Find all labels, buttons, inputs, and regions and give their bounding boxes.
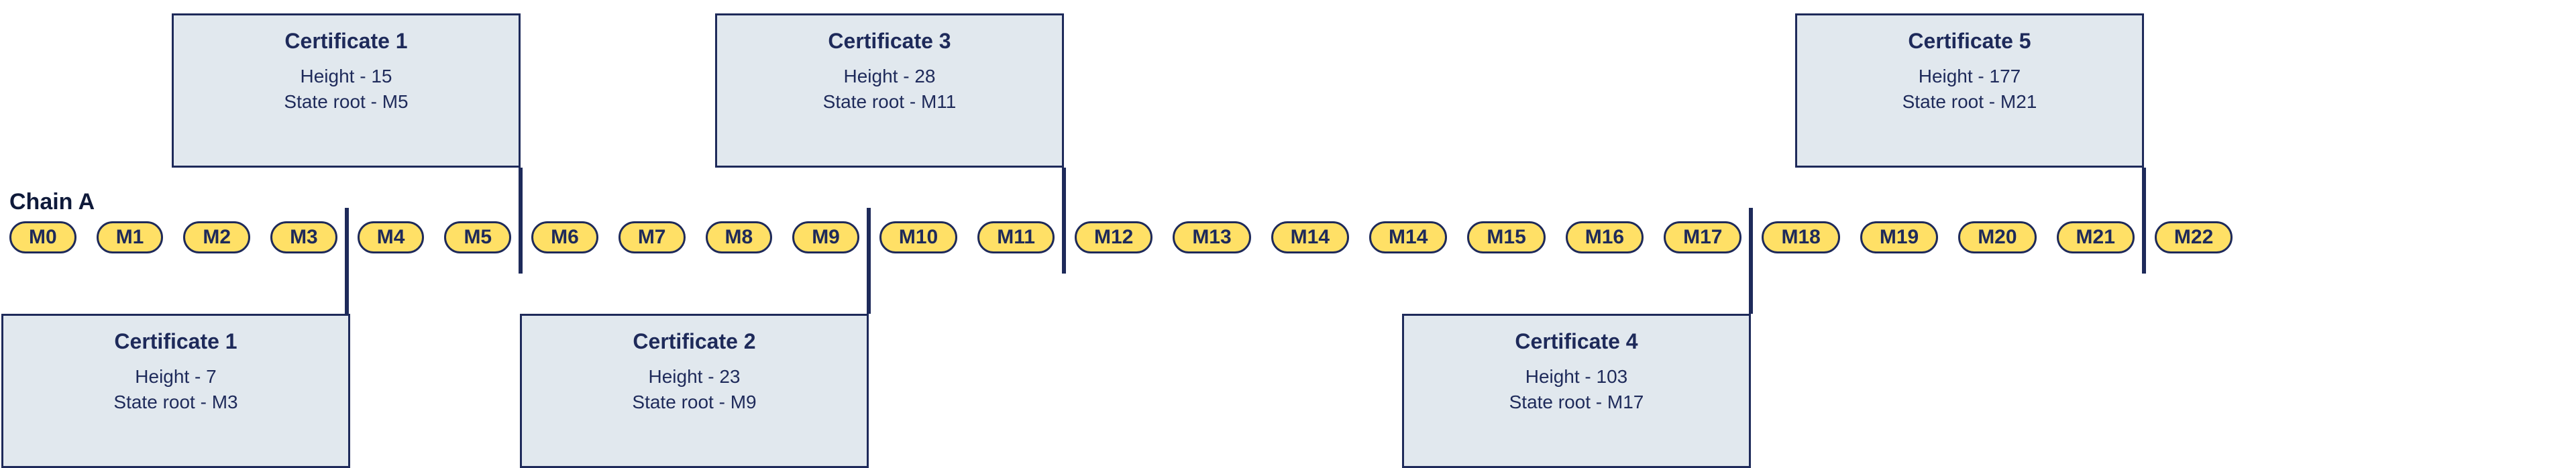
chain-block: M11: [977, 221, 1055, 253]
chain-block: M2: [183, 221, 250, 253]
certificate-height: Height - 177: [1797, 66, 2142, 87]
certificate-state-root: State root - M21: [1797, 91, 2142, 113]
chain-block: M13: [1173, 221, 1250, 253]
chain-block: M14: [1369, 221, 1447, 253]
connector-line: [867, 208, 871, 314]
certificate-state-root: State root - M17: [1404, 392, 1749, 413]
chain-block: M16: [1566, 221, 1644, 253]
chain-block: M7: [619, 221, 686, 253]
chain-block: M8: [706, 221, 773, 253]
certificate-title: Certificate 2: [522, 329, 867, 354]
chain-block: M1: [97, 221, 164, 253]
chain-block: M4: [358, 221, 425, 253]
chain-block: M12: [1075, 221, 1152, 253]
certificate-state-root: State root - M11: [717, 91, 1062, 113]
chain-block: M21: [2057, 221, 2135, 253]
chain-block: M15: [1467, 221, 1545, 253]
certificate-title: Certificate 1: [3, 329, 348, 354]
certificate-card: Certificate 2 Height - 23 State root - M9: [520, 314, 869, 468]
certificate-card: Certificate 5 Height - 177 State root - M2…: [1795, 13, 2144, 168]
certificate-card: Certificate 1 Height - 7 State root - M3: [1, 314, 350, 468]
certificate-height: Height - 15: [174, 66, 519, 87]
connector-line: [1749, 208, 1753, 314]
chain-block: M18: [1762, 221, 1839, 253]
certificate-state-root: State root - M3: [3, 392, 348, 413]
connector-line: [519, 168, 523, 274]
chain-block: M0: [9, 221, 76, 253]
diagram-stage: Chain A M0 M1 M2 M3 M4 M5 M6 M7 M8 M9 M10 M11 M12 M13…: [0, 0, 2576, 463]
chain-block: M3: [270, 221, 337, 253]
connector-line: [345, 208, 349, 314]
certificate-title: Certificate 1: [174, 29, 519, 54]
chain-block: M19: [1860, 221, 1938, 253]
certificate-state-root: State root - M5: [174, 91, 519, 113]
certificate-title: Certificate 5: [1797, 29, 2142, 54]
chain-block: M14: [1271, 221, 1349, 253]
certificate-height: Height - 7: [3, 366, 348, 388]
chain-block: M17: [1664, 221, 1741, 253]
chain-block: M9: [792, 221, 859, 253]
certificate-card: Certificate 4 Height - 103 State root - M1…: [1402, 314, 1751, 468]
certificate-state-root: State root - M9: [522, 392, 867, 413]
connector-line: [1062, 168, 1066, 274]
chain-block: M20: [1958, 221, 2036, 253]
chain-block: M10: [879, 221, 957, 253]
chain-block: M22: [2155, 221, 2233, 253]
certificate-height: Height - 28: [717, 66, 1062, 87]
chain-block: M5: [444, 221, 511, 253]
certificate-card: Certificate 3 Height - 28 State root - M11: [715, 13, 1064, 168]
certificate-height: Height - 103: [1404, 366, 1749, 388]
connector-line: [2142, 168, 2146, 274]
certificate-title: Certificate 3: [717, 29, 1062, 54]
chain-label: Chain A: [9, 189, 95, 215]
chain-block: M6: [531, 221, 598, 253]
certificate-title: Certificate 4: [1404, 329, 1749, 354]
certificate-card: Certificate 1 Height - 15 State root - M5: [172, 13, 521, 168]
certificate-height: Height - 23: [522, 366, 867, 388]
